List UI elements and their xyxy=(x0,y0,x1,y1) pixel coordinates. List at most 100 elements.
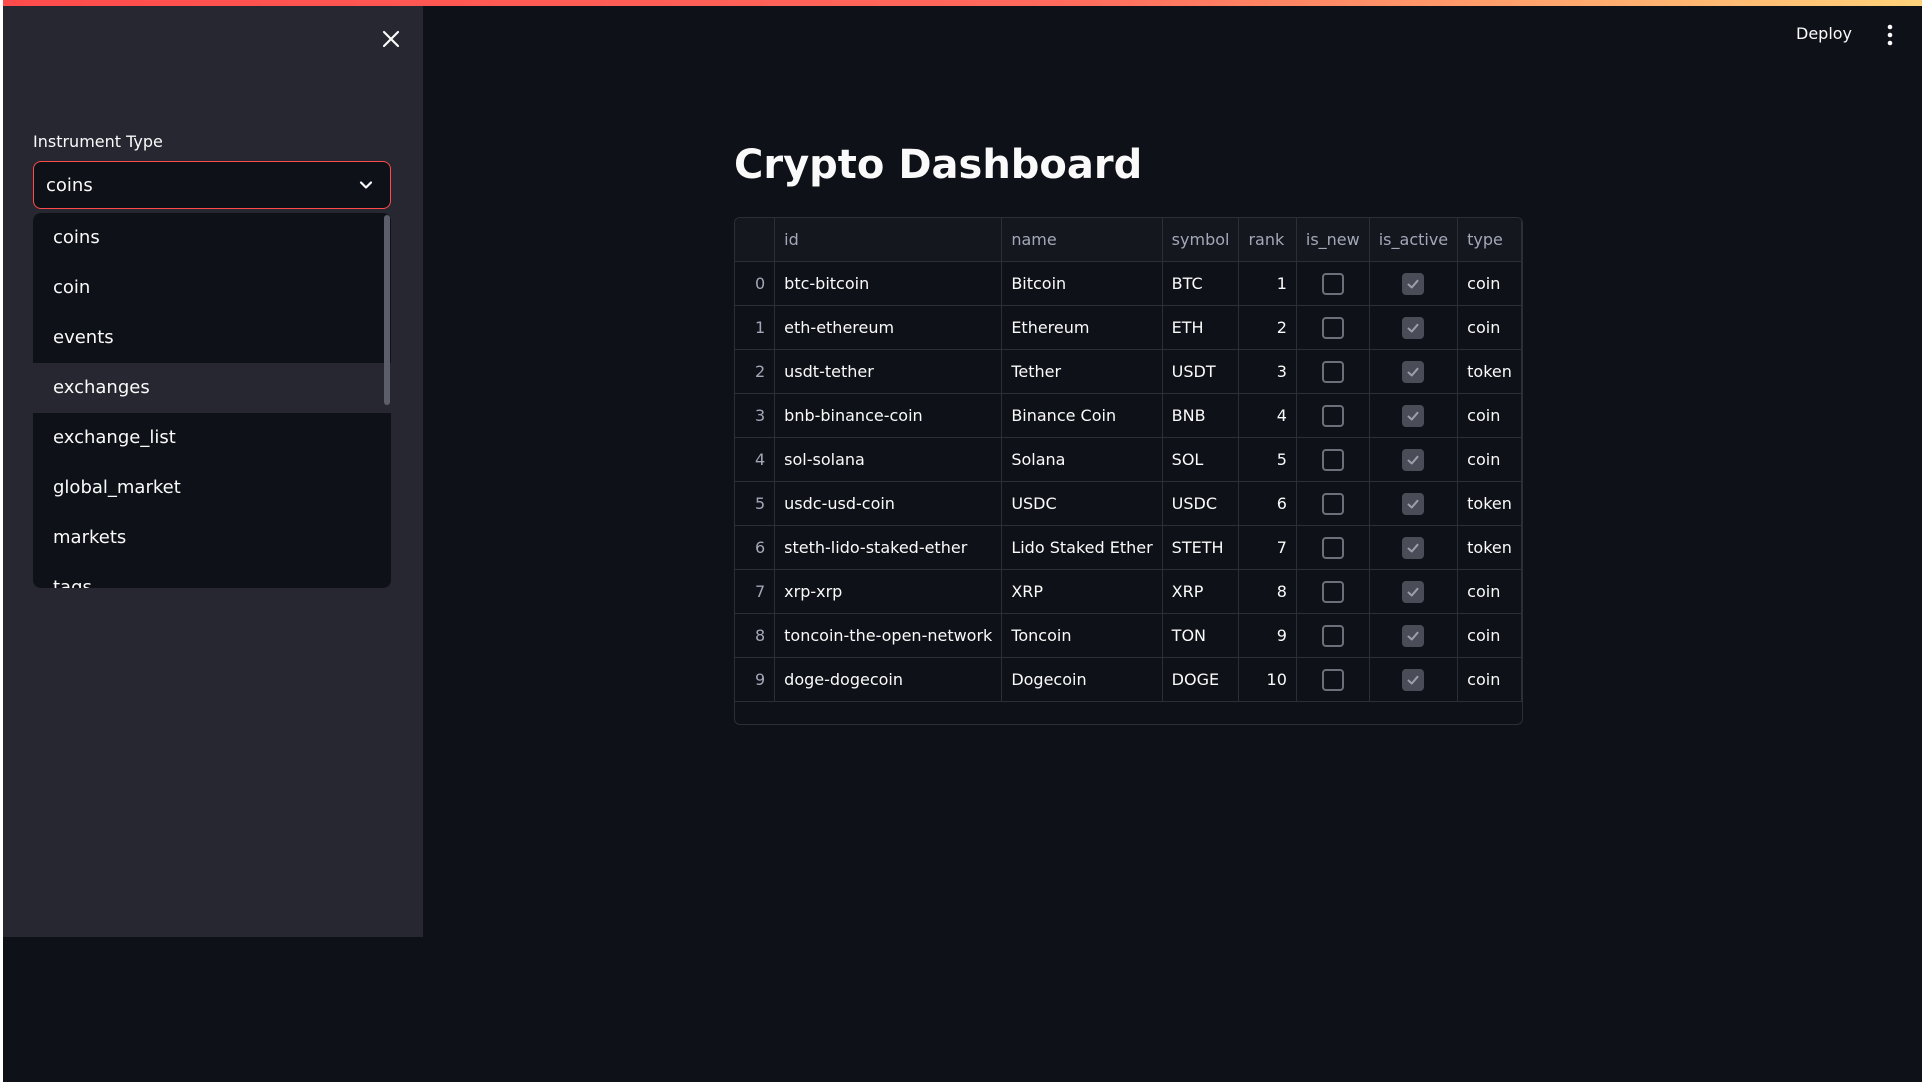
is-new-checkbox[interactable] xyxy=(1321,624,1344,647)
is-active-cell[interactable] xyxy=(1369,261,1459,306)
type-cell[interactable]: coin xyxy=(1457,569,1522,614)
name-cell[interactable]: Tether xyxy=(1001,349,1163,394)
symbol-cell[interactable]: ETH xyxy=(1162,305,1240,350)
name-cell[interactable]: Ethereum xyxy=(1001,305,1163,350)
is-new-cell[interactable] xyxy=(1296,437,1370,482)
close-sidebar-button[interactable] xyxy=(377,25,405,53)
row-index-cell[interactable]: 2 xyxy=(735,349,776,394)
type-cell[interactable]: coin xyxy=(1457,305,1522,350)
type-cell[interactable]: coin xyxy=(1457,437,1522,482)
table-row[interactable]: 2 usdt-tether Tether USDT 3 token xyxy=(735,349,1522,394)
is-active-cell[interactable] xyxy=(1369,305,1459,350)
table-row[interactable]: 3 bnb-binance-coin Binance Coin BNB 4 coin xyxy=(735,393,1522,438)
more-vertical-icon[interactable] xyxy=(1883,22,1897,48)
is-active-checkbox[interactable] xyxy=(1402,536,1425,559)
id-cell[interactable]: xrp-xrp xyxy=(774,569,1003,614)
is-new-checkbox[interactable] xyxy=(1321,580,1344,603)
type-cell[interactable]: token xyxy=(1457,525,1522,570)
id-cell[interactable]: btc-bitcoin xyxy=(774,261,1003,306)
is-active-checkbox[interactable] xyxy=(1402,492,1425,515)
option-coin[interactable]: coin xyxy=(33,263,391,313)
table-row[interactable]: 1 eth-ethereum Ethereum ETH 2 coin xyxy=(735,305,1522,350)
symbol-cell[interactable]: STETH xyxy=(1162,525,1240,570)
row-index-cell[interactable]: 1 xyxy=(735,305,776,350)
symbol-cell[interactable]: XRP xyxy=(1162,569,1240,614)
id-cell[interactable]: steth-lido-staked-ether xyxy=(774,525,1003,570)
table-row[interactable]: 9 doge-dogecoin Dogecoin DOGE 10 coin xyxy=(735,657,1522,702)
table-row[interactable]: 4 sol-solana Solana SOL 5 coin xyxy=(735,437,1522,482)
name-cell[interactable]: Toncoin xyxy=(1001,613,1163,658)
column-header-rank[interactable]: rank xyxy=(1238,218,1297,262)
deploy-button[interactable]: Deploy xyxy=(1796,24,1852,43)
option-markets[interactable]: markets xyxy=(33,513,391,563)
is-new-cell[interactable] xyxy=(1296,613,1370,658)
rank-cell[interactable]: 1 xyxy=(1238,261,1297,306)
option-global-market[interactable]: global_market xyxy=(33,463,391,513)
row-index-cell[interactable]: 4 xyxy=(735,437,776,482)
column-header-id[interactable]: id xyxy=(774,218,1003,262)
is-new-checkbox[interactable] xyxy=(1321,272,1344,295)
row-index-cell[interactable]: 5 xyxy=(735,481,776,526)
instrument-type-select[interactable] xyxy=(33,161,391,209)
is-active-checkbox[interactable] xyxy=(1402,624,1425,647)
symbol-cell[interactable]: TON xyxy=(1162,613,1240,658)
is-active-cell[interactable] xyxy=(1369,525,1459,570)
type-cell[interactable]: token xyxy=(1457,481,1522,526)
option-coins[interactable]: coins xyxy=(33,213,391,263)
is-new-cell[interactable] xyxy=(1296,261,1370,306)
option-exchanges[interactable]: exchanges xyxy=(33,363,391,413)
is-new-cell[interactable] xyxy=(1296,525,1370,570)
rank-cell[interactable]: 4 xyxy=(1238,393,1297,438)
rank-cell[interactable]: 5 xyxy=(1238,437,1297,482)
is-active-cell[interactable] xyxy=(1369,481,1459,526)
is-new-checkbox[interactable] xyxy=(1321,316,1344,339)
symbol-cell[interactable]: USDT xyxy=(1162,349,1240,394)
is-new-checkbox[interactable] xyxy=(1321,448,1344,471)
column-header-is-new[interactable]: is_new xyxy=(1296,218,1370,262)
rank-cell[interactable]: 2 xyxy=(1238,305,1297,350)
is-active-cell[interactable] xyxy=(1369,657,1459,702)
table-row[interactable]: 7 xrp-xrp XRP XRP 8 coin xyxy=(735,569,1522,614)
option-exchange-list[interactable]: exchange_list xyxy=(33,413,391,463)
rank-cell[interactable]: 6 xyxy=(1238,481,1297,526)
is-new-checkbox[interactable] xyxy=(1321,668,1344,691)
symbol-cell[interactable]: BNB xyxy=(1162,393,1240,438)
is-new-cell[interactable] xyxy=(1296,349,1370,394)
id-cell[interactable]: eth-ethereum xyxy=(774,305,1003,350)
symbol-cell[interactable]: SOL xyxy=(1162,437,1240,482)
is-active-checkbox[interactable] xyxy=(1402,580,1425,603)
id-cell[interactable]: toncoin-the-open-network xyxy=(774,613,1003,658)
column-header-symbol[interactable]: symbol xyxy=(1162,218,1240,262)
name-cell[interactable]: Solana xyxy=(1001,437,1163,482)
row-index-cell[interactable]: 6 xyxy=(735,525,776,570)
type-cell[interactable]: coin xyxy=(1457,657,1522,702)
option-tags[interactable]: tags xyxy=(33,563,391,588)
row-index-cell[interactable]: 0 xyxy=(735,261,776,306)
is-new-checkbox[interactable] xyxy=(1321,536,1344,559)
is-active-checkbox[interactable] xyxy=(1402,316,1425,339)
name-cell[interactable]: USDC xyxy=(1001,481,1163,526)
chevron-down-icon[interactable] xyxy=(356,175,376,195)
table-row[interactable]: 0 btc-bitcoin Bitcoin BTC 1 coin xyxy=(735,261,1522,306)
name-cell[interactable]: Bitcoin xyxy=(1001,261,1163,306)
id-cell[interactable]: sol-solana xyxy=(774,437,1003,482)
is-active-checkbox[interactable] xyxy=(1402,448,1425,471)
type-cell[interactable]: token xyxy=(1457,349,1522,394)
is-new-checkbox[interactable] xyxy=(1321,404,1344,427)
is-new-checkbox[interactable] xyxy=(1321,360,1344,383)
instrument-type-input[interactable] xyxy=(46,162,336,208)
is-active-cell[interactable] xyxy=(1369,393,1459,438)
column-header-name[interactable]: name xyxy=(1001,218,1163,262)
rank-cell[interactable]: 7 xyxy=(1238,525,1297,570)
id-cell[interactable]: usdt-tether xyxy=(774,349,1003,394)
rank-cell[interactable]: 3 xyxy=(1238,349,1297,394)
id-cell[interactable]: usdc-usd-coin xyxy=(774,481,1003,526)
column-header-is-active[interactable]: is_active xyxy=(1369,218,1459,262)
is-new-cell[interactable] xyxy=(1296,393,1370,438)
is-active-checkbox[interactable] xyxy=(1402,404,1425,427)
symbol-cell[interactable]: DOGE xyxy=(1162,657,1240,702)
rank-cell[interactable]: 10 xyxy=(1238,657,1297,702)
is-new-cell[interactable] xyxy=(1296,305,1370,350)
is-new-cell[interactable] xyxy=(1296,569,1370,614)
row-index-cell[interactable]: 3 xyxy=(735,393,776,438)
